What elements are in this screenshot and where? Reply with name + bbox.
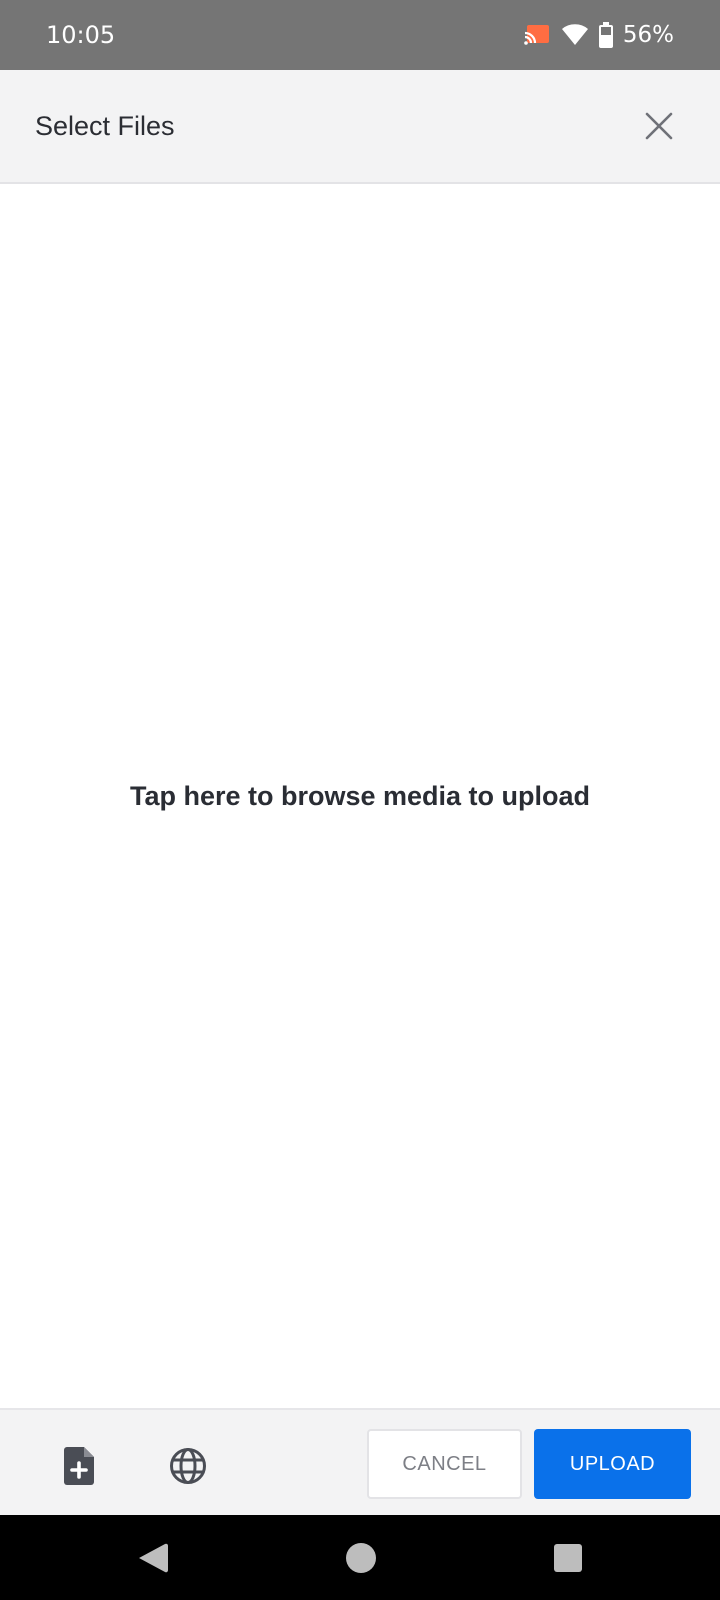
recents-button[interactable]: [551, 1541, 585, 1575]
cast-icon: [523, 23, 551, 47]
add-file-icon: [64, 1447, 94, 1485]
status-bar: 10:05 56%: [0, 0, 720, 70]
close-icon: [645, 112, 673, 140]
battery-icon: [598, 22, 613, 48]
browse-prompt: Tap here to browse media to upload: [129, 780, 591, 811]
dialog-header: Select Files: [0, 70, 720, 184]
wifi-icon: [561, 23, 589, 47]
dialog-footer: CANCEL UPLOAD: [0, 1408, 720, 1515]
back-icon: [139, 1543, 169, 1573]
back-button[interactable]: [137, 1541, 171, 1575]
home-button[interactable]: [344, 1541, 378, 1575]
upload-button[interactable]: UPLOAD: [534, 1429, 691, 1499]
battery-percent: 56%: [622, 22, 674, 48]
status-time: 10:05: [46, 21, 116, 49]
system-nav-bar: [0, 1515, 720, 1600]
status-icons: 56%: [523, 22, 674, 48]
page-title: Select Files: [35, 110, 175, 141]
globe-icon: [170, 1448, 206, 1484]
web-link-button[interactable]: [166, 1444, 210, 1488]
cancel-button[interactable]: CANCEL: [367, 1429, 522, 1499]
add-file-button[interactable]: [58, 1444, 102, 1488]
close-button[interactable]: [634, 101, 684, 151]
home-icon: [346, 1543, 376, 1573]
browse-media-area[interactable]: Tap here to browse media to upload: [0, 184, 720, 1408]
recents-icon: [554, 1544, 582, 1572]
